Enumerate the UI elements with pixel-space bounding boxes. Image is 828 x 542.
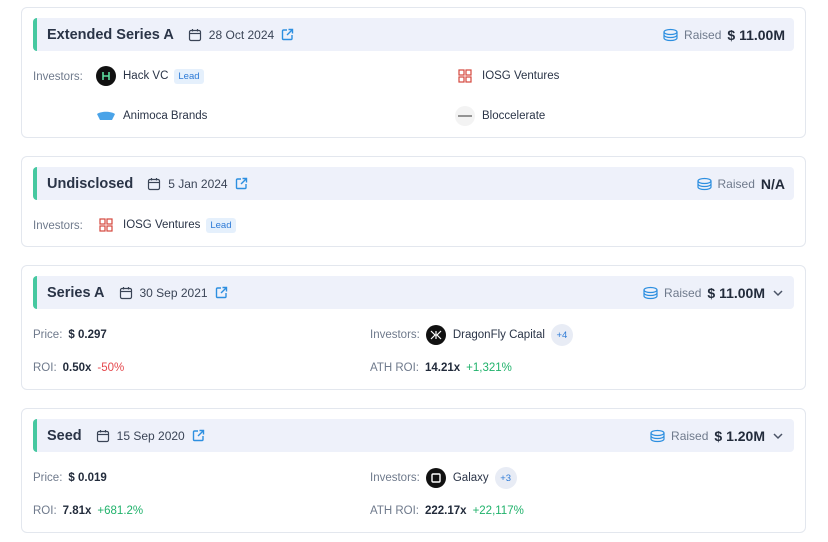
roi-label: ROI: bbox=[33, 505, 57, 517]
investors-row: Investors: DragonFly Capital +4 bbox=[370, 324, 573, 346]
price-row: Price: $ 0.297 bbox=[33, 329, 107, 341]
raised-label: Raised bbox=[684, 27, 722, 42]
ath-roi-label: ATH ROI: bbox=[370, 362, 419, 374]
raised-label: Raised bbox=[664, 285, 702, 300]
roi-row: ROI: 0.50x -50% bbox=[33, 362, 124, 374]
roi-change: +681.2% bbox=[97, 505, 144, 517]
raised-label: Raised bbox=[671, 428, 709, 443]
ath-roi-value: 14.21x bbox=[424, 362, 461, 374]
bloccelerate-logo-icon bbox=[455, 106, 475, 126]
calendar-icon bbox=[96, 429, 110, 443]
external-link-icon[interactable] bbox=[235, 177, 248, 190]
accent-bar bbox=[33, 167, 37, 200]
external-link-icon[interactable] bbox=[192, 429, 205, 442]
round-date: 30 Sep 2021 bbox=[139, 285, 208, 300]
investor-name: Bloccelerate bbox=[482, 110, 546, 122]
price-value: $ 0.297 bbox=[68, 329, 107, 341]
round-date: 5 Jan 2024 bbox=[168, 176, 228, 191]
roi-value: 7.81x bbox=[62, 505, 92, 517]
round-header[interactable]: Series A 30 Sep 2021 Raised $ 11.00M bbox=[33, 276, 794, 309]
investor-item[interactable]: Animoca Brands bbox=[96, 106, 207, 126]
investors-label: Investors: bbox=[33, 220, 83, 232]
galaxy-logo-icon bbox=[425, 468, 446, 488]
coins-icon bbox=[649, 429, 666, 443]
hack-vc-logo-icon bbox=[96, 66, 116, 86]
raised-value: $ 1.20M bbox=[714, 427, 765, 444]
chevron-down-icon[interactable] bbox=[771, 429, 785, 443]
round-name: Series A bbox=[47, 284, 105, 301]
external-link-icon[interactable] bbox=[215, 286, 228, 299]
price-row: Price: $ 0.019 bbox=[33, 472, 107, 484]
round-card: Extended Series A 28 Oct 2024 Raised $ 1… bbox=[21, 7, 806, 138]
external-link-icon[interactable] bbox=[281, 28, 294, 41]
raised-amount: Raised $ 1.20M bbox=[649, 428, 785, 444]
round-name: Undisclosed bbox=[47, 175, 134, 192]
round-name: Seed bbox=[47, 427, 82, 444]
investors-label: Investors: bbox=[33, 71, 83, 83]
dragonfly-logo-icon bbox=[425, 325, 446, 345]
raised-amount: Raised N/A bbox=[696, 176, 785, 192]
round-card: Seed 15 Sep 2020 Raised $ 1.20M Price: $… bbox=[21, 408, 806, 533]
raised-amount: Raised $ 11.00M bbox=[642, 285, 785, 301]
round-date: 28 Oct 2024 bbox=[208, 27, 275, 42]
raised-amount: Raised $ 11.00M bbox=[662, 27, 785, 43]
accent-bar bbox=[33, 419, 37, 452]
investor-name[interactable]: DragonFly Capital bbox=[453, 329, 545, 341]
round-header: Undisclosed 5 Jan 2024 Raised N/A bbox=[33, 167, 794, 200]
raised-value: N/A bbox=[760, 175, 785, 192]
raised-value: $ 11.00M bbox=[727, 26, 785, 43]
iosg-logo-icon bbox=[455, 66, 475, 86]
ath-roi-row: ATH ROI: 222.17x +22,117% bbox=[370, 505, 524, 517]
more-investors-badge[interactable]: +4 bbox=[550, 324, 573, 346]
round-header[interactable]: Seed 15 Sep 2020 Raised $ 1.20M bbox=[33, 419, 794, 452]
round-name: Extended Series A bbox=[47, 26, 174, 43]
round-header: Extended Series A 28 Oct 2024 Raised $ 1… bbox=[33, 18, 794, 51]
raised-value: $ 11.00M bbox=[707, 284, 765, 301]
lead-badge: Lead bbox=[206, 217, 236, 233]
roi-change: -50% bbox=[97, 362, 125, 374]
coins-icon bbox=[696, 177, 713, 191]
price-label: Price: bbox=[33, 329, 63, 341]
investors-label: Investors: bbox=[370, 329, 420, 341]
investor-name: IOSG Ventures bbox=[482, 70, 560, 82]
investor-name[interactable]: Galaxy bbox=[453, 472, 489, 484]
roi-label: ROI: bbox=[33, 362, 57, 374]
roi-value: 0.50x bbox=[62, 362, 92, 374]
more-investors-badge[interactable]: +3 bbox=[494, 467, 517, 489]
ath-roi-label: ATH ROI: bbox=[370, 505, 419, 517]
iosg-logo-icon bbox=[96, 215, 116, 235]
chevron-down-icon[interactable] bbox=[771, 286, 785, 300]
round-card: Series A 30 Sep 2021 Raised $ 11.00M Pri… bbox=[21, 265, 806, 390]
investor-item[interactable]: IOSG Ventures bbox=[455, 66, 559, 86]
investor-name: IOSG Ventures bbox=[123, 219, 201, 231]
animoca-logo-icon bbox=[96, 106, 116, 126]
coins-icon bbox=[642, 286, 659, 300]
ath-roi-change: +1,321% bbox=[466, 362, 512, 374]
roi-row: ROI: 7.81x +681.2% bbox=[33, 505, 143, 517]
round-card: Undisclosed 5 Jan 2024 Raised N/A Invest… bbox=[21, 156, 806, 247]
accent-bar bbox=[33, 276, 37, 309]
investor-name: Hack VC bbox=[123, 70, 169, 82]
ath-roi-value: 222.17x bbox=[424, 505, 467, 517]
lead-badge: Lead bbox=[174, 68, 204, 84]
ath-roi-change: +22,117% bbox=[472, 505, 524, 517]
investor-item[interactable]: Hack VC Lead bbox=[96, 66, 204, 86]
raised-label: Raised bbox=[717, 176, 755, 191]
price-label: Price: bbox=[33, 472, 63, 484]
investor-name: Animoca Brands bbox=[123, 110, 208, 122]
investors-row: Investors: Galaxy +3 bbox=[370, 467, 517, 489]
investor-item[interactable]: Bloccelerate bbox=[455, 106, 545, 126]
investor-item[interactable]: IOSG Ventures Lead bbox=[96, 215, 236, 235]
calendar-icon bbox=[147, 177, 161, 191]
ath-roi-row: ATH ROI: 14.21x +1,321% bbox=[370, 362, 512, 374]
price-value: $ 0.019 bbox=[68, 472, 107, 484]
coins-icon bbox=[662, 28, 679, 42]
investors-label: Investors: bbox=[370, 472, 420, 484]
calendar-icon bbox=[188, 28, 202, 42]
round-date: 15 Sep 2020 bbox=[116, 428, 185, 443]
accent-bar bbox=[33, 18, 37, 51]
calendar-icon bbox=[119, 286, 133, 300]
